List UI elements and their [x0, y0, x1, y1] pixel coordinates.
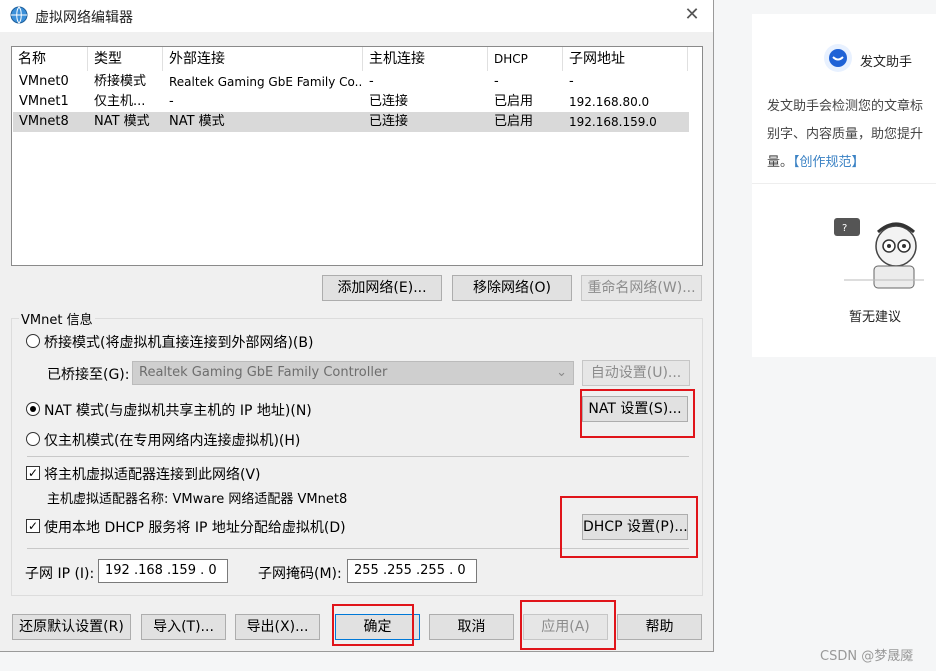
watermark: CSDN @梦晟魇: [820, 649, 914, 664]
cancel-button[interactable]: 取消: [429, 614, 514, 640]
divider: [27, 456, 689, 457]
empty-state-illustration: ?: [834, 218, 924, 289]
cell-type: 仅主机...: [94, 94, 146, 109]
nat-mode-label: NAT 模式(与虚拟机共享主机的 IP 地址)(N): [44, 403, 312, 419]
subnet-mask-label: 子网掩码(M):: [258, 566, 342, 582]
close-icon[interactable]: ✕: [682, 5, 702, 25]
host-only-mode-label: 仅主机模式(在专用网络内连接虚拟机)(H): [44, 433, 301, 449]
assistant-icon: [824, 44, 852, 72]
adapter-name-label: 主机虚拟适配器名称: VMware 网络适配器 VMnet8: [47, 492, 348, 507]
rename-network-button[interactable]: 重命名网络(W)...: [581, 275, 702, 301]
cell-name: VMnet8: [19, 114, 69, 129]
cell-name: VMnet1: [19, 94, 69, 109]
column-header-name[interactable]: 名称: [12, 47, 88, 71]
table-row-selected[interactable]: VMnet8 NAT 模式 NAT 模式 已连接 已启用 192.168.159…: [13, 112, 689, 132]
cell-external: -: [169, 94, 174, 109]
assistant-name: 发文助手: [860, 55, 913, 70]
host-only-mode-radio[interactable]: [26, 432, 40, 446]
column-header-dhcp[interactable]: DHCP: [488, 47, 563, 71]
connect-adapter-label: 将主机虚拟适配器连接到此网络(V): [44, 467, 261, 483]
dhcp-settings-highlight: [560, 496, 698, 558]
subnet-ip-label: 子网 IP (I):: [25, 566, 95, 582]
chevron-down-icon: ⌄: [556, 365, 567, 380]
column-header-host[interactable]: 主机连接: [363, 47, 488, 71]
help-button[interactable]: 帮助: [617, 614, 702, 640]
remove-network-button[interactable]: 移除网络(O): [452, 275, 572, 301]
description-line: 别字、内容质量，助您提升: [767, 127, 924, 142]
divider: [752, 183, 936, 184]
use-dhcp-label: 使用本地 DHCP 服务将 IP 地址分配给虚拟机(D): [44, 520, 346, 536]
column-header-external[interactable]: 外部连接: [163, 47, 363, 71]
globe-icon: [10, 6, 28, 24]
bridged-to-label: 已桥接至(G):: [47, 367, 130, 383]
nat-settings-highlight: [580, 389, 695, 438]
cell-dhcp: 已启用: [494, 114, 534, 129]
writing-guidelines-link[interactable]: 【创作规范】: [793, 155, 865, 170]
cell-subnet: 192.168.159.0: [569, 115, 657, 129]
ok-highlight: [332, 604, 414, 646]
description-text: 量。: [767, 155, 794, 170]
restore-defaults-button[interactable]: 还原默认设置(R): [12, 614, 131, 640]
table-row[interactable]: VMnet0 桥接模式 Realtek Gaming GbE Family Co…: [13, 72, 689, 92]
cell-type: 桥接模式: [94, 74, 147, 89]
cell-host: 已连接: [369, 114, 409, 129]
nat-mode-radio[interactable]: [26, 402, 40, 416]
cell-subnet: -: [569, 74, 574, 89]
cell-name: VMnet0: [19, 74, 69, 89]
virtual-network-editor-dialog: 虚拟网络编辑器 ✕ 名称 类型 外部连接 主机连接 DHCP 子网地址 VMne…: [0, 0, 714, 652]
title-bar: 虚拟网络编辑器 ✕: [0, 0, 713, 32]
subnet-mask-input[interactable]: 255 .255 .255 . 0: [347, 559, 477, 583]
use-dhcp-checkbox[interactable]: ✓: [26, 519, 40, 533]
apply-highlight: [520, 600, 616, 650]
column-header-type[interactable]: 类型: [88, 47, 163, 71]
cell-host: -: [369, 74, 374, 89]
empty-suggestions-label: 暂无建议: [849, 310, 902, 325]
cell-external: Realtek Gaming GbE Family Co...: [169, 75, 363, 89]
export-button[interactable]: 导出(X)...: [235, 614, 320, 640]
cell-dhcp: -: [494, 74, 499, 89]
bridged-to-value: Realtek Gaming GbE Family Controller: [139, 365, 388, 380]
subnet-ip-input[interactable]: 192 .168 .159 . 0: [98, 559, 228, 583]
svg-text:?: ?: [842, 223, 847, 234]
vmnet-info-label: VMnet 信息: [19, 309, 95, 328]
cell-subnet: 192.168.80.0: [569, 95, 650, 109]
table-row[interactable]: VMnet1 仅主机... - 已连接 已启用 192.168.80.0: [13, 92, 689, 112]
column-header-subnet[interactable]: 子网地址: [563, 47, 688, 71]
cell-external: NAT 模式: [169, 114, 225, 129]
connect-adapter-checkbox[interactable]: ✓: [26, 466, 40, 480]
description-line: 发文助手会检测您的文章标: [767, 99, 924, 114]
writing-assistant-panel: 发文助手 发文助手会检测您的文章标 别字、内容质量，助您提升 量。【创作规范】 …: [752, 14, 936, 357]
description-line: 量。【创作规范】: [767, 149, 936, 177]
import-button[interactable]: 导入(T)...: [141, 614, 226, 640]
cell-dhcp: 已启用: [494, 94, 534, 109]
cell-host: 已连接: [369, 94, 409, 109]
auto-settings-button[interactable]: 自动设置(U)...: [582, 360, 690, 386]
bridge-mode-label: 桥接模式(将虚拟机直接连接到外部网络)(B): [44, 335, 314, 351]
assistant-description: 发文助手会检测您的文章标 别字、内容质量，助您提升 量。【创作规范】: [767, 93, 936, 177]
network-table: 名称 类型 外部连接 主机连接 DHCP 子网地址 VMnet0 桥接模式 Re…: [11, 46, 703, 266]
add-network-button[interactable]: 添加网络(E)...: [322, 275, 442, 301]
cell-type: NAT 模式: [94, 114, 150, 129]
bridged-to-select[interactable]: Realtek Gaming GbE Family Controller ⌄: [132, 361, 574, 385]
bridge-mode-radio[interactable]: [26, 334, 40, 348]
window-title: 虚拟网络编辑器: [35, 10, 133, 26]
